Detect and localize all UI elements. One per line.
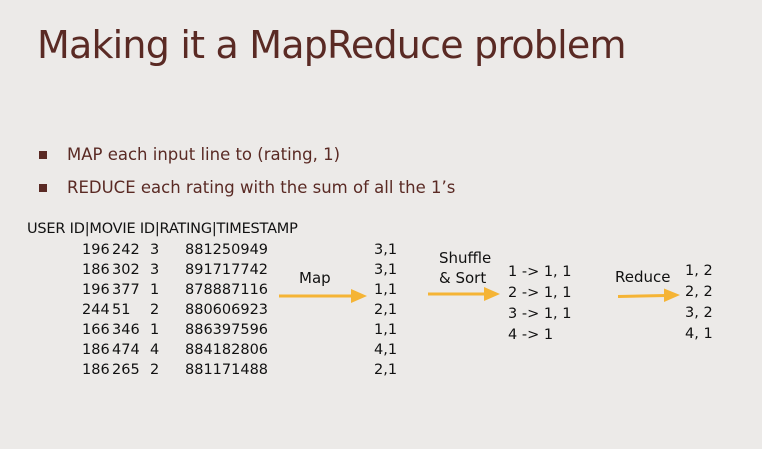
square-bullet-icon [39,184,47,192]
bullet-reduce: REDUCE each rating with the sum of all t… [38,176,455,209]
map-output-pair: 4,1 [374,342,398,358]
reduce-result: 4, 1 [685,326,713,342]
shuffle-label-line2: & Sort [439,269,487,287]
bullet-list: MAP each input line to (rating, 1) REDUC… [38,143,455,209]
map-output-list: 3,1 3,1 1,1 2,1 1,1 4,1 2,1 [374,240,397,380]
reduce-result: 2, 2 [685,284,713,300]
timestamp: 878887116 [185,282,269,298]
map-output-pair: 2,1 [374,362,398,378]
rating: 1 [150,322,160,338]
shuffle-group: 1 -> 1, 1 [508,264,572,280]
user-id: 186 [82,342,110,358]
user-id: 196 [82,242,110,258]
square-bullet-icon [39,151,47,159]
movie-id: 242 [112,242,140,258]
bullet-map: MAP each input line to (rating, 1) [38,143,455,176]
bullet-map-text: MAP each input line to (rating, 1) [67,145,341,164]
movie-id: 265 [112,362,140,378]
movie-id: 377 [112,282,140,298]
shuffle-output-list: 1 -> 1, 1 2 -> 1, 1 3 -> 1, 1 4 -> 1 [508,262,572,346]
movie-id: 474 [112,342,140,358]
user-id: 196 [82,282,110,298]
reduce-result: 1, 2 [685,263,713,279]
rating: 2 [150,362,160,378]
reduce-result: 3, 2 [685,305,713,321]
shuffle-arrow-icon [428,287,500,301]
shuffle-group: 3 -> 1, 1 [508,306,572,322]
shuffle-group: 4 -> 1 [508,327,554,343]
user-id: 166 [82,322,110,338]
map-output-pair: 1,1 [374,322,398,338]
timestamp: 891717742 [185,262,269,278]
rating: 2 [150,302,160,318]
user-id: 244 [82,302,110,318]
shuffle-label-line1: Shuffle [439,249,492,267]
map-arrow-icon [279,289,367,303]
user-id: 186 [82,262,110,278]
map-output-pair: 2,1 [374,302,398,318]
map-label: Map [299,269,331,287]
timestamp: 881250949 [185,242,269,258]
reduce-label: Reduce [615,268,671,286]
bullet-reduce-text: REDUCE each rating with the sum of all t… [67,178,456,197]
user-id: 186 [82,362,110,378]
rating: 1 [150,282,160,298]
rating: 4 [150,342,160,358]
rating: 3 [150,242,160,258]
timestamp: 886397596 [185,322,269,338]
movie-id: 346 [112,322,140,338]
rating: 3 [150,262,160,278]
slide-title: Making it a MapReduce problem [37,23,626,67]
map-output-pair: 1,1 [374,282,398,298]
map-output-pair: 3,1 [374,262,398,278]
timestamp: 881171488 [185,362,269,378]
movie-id: 302 [112,262,140,278]
reduce-output-list: 1, 2 2, 2 3, 2 4, 1 [685,261,713,345]
timestamp: 880606923 [185,302,269,318]
reduce-arrow-icon [618,288,680,302]
input-table-header: USER ID|MOVIE ID|RATING|TIMESTAMP [27,221,298,237]
timestamp: 884182806 [185,342,269,358]
movie-id: 51 [112,302,131,318]
shuffle-group: 2 -> 1, 1 [508,285,572,301]
map-output-pair: 3,1 [374,242,398,258]
shuffle-sort-label: Shuffle & Sort [439,248,491,288]
